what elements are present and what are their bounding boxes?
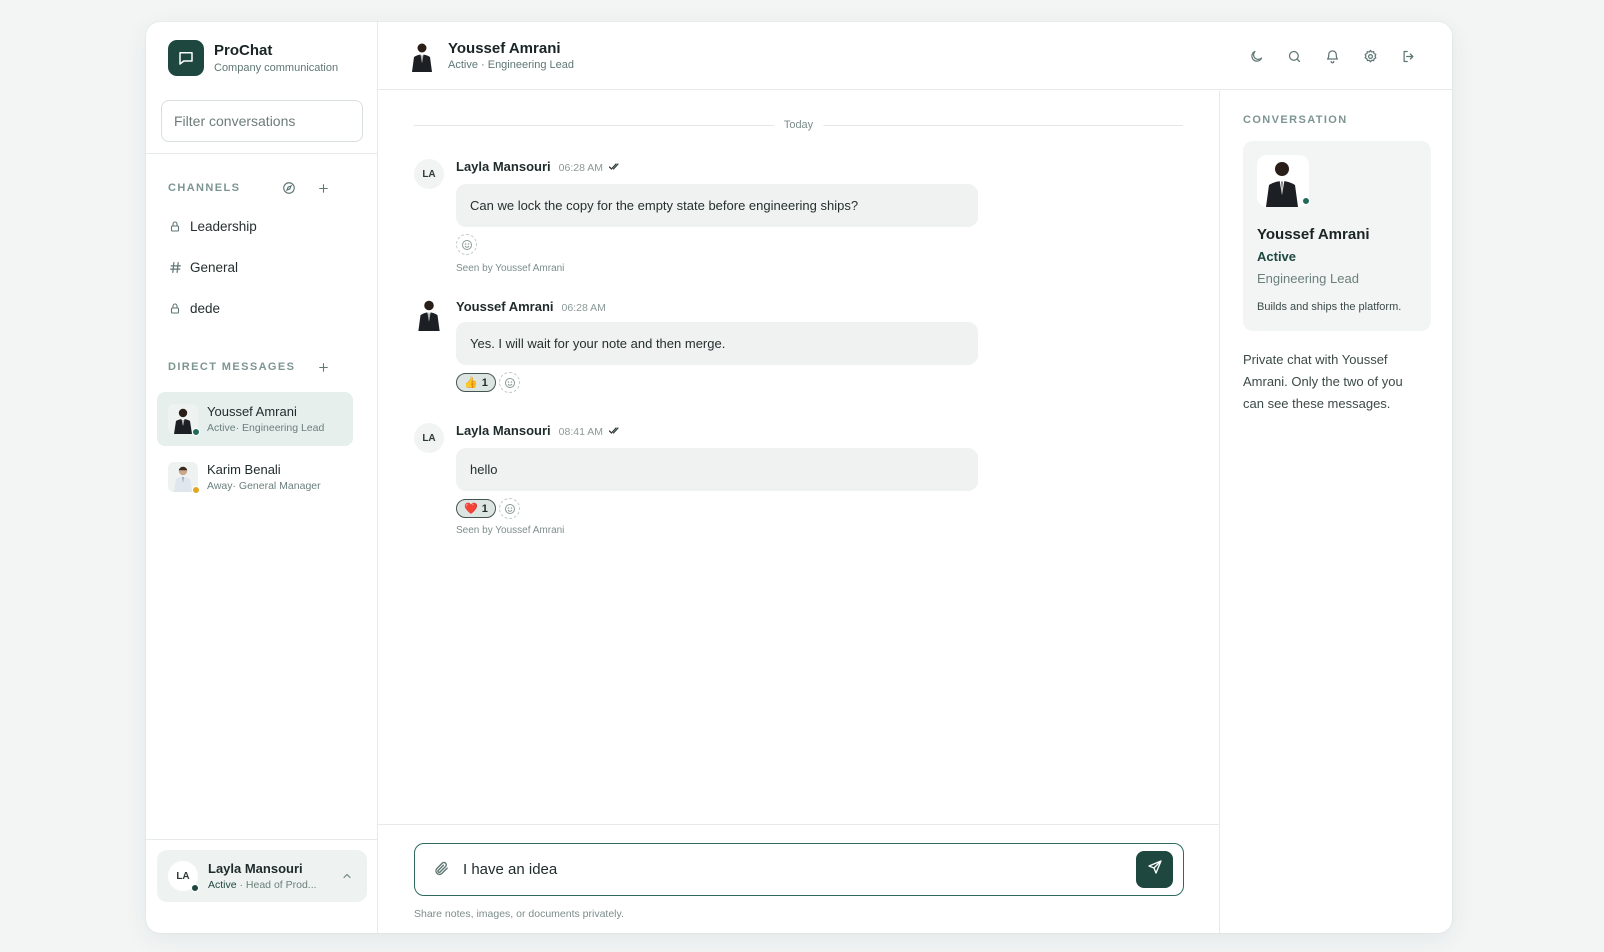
conversation-header: Youssef Amrani Active · Engineering Lead: [378, 22, 1452, 90]
reaction-heart[interactable]: ❤️ 1: [456, 499, 496, 518]
dm-item-youssef-amrani[interactable]: Youssef Amrani Active· Engineering Lead: [157, 392, 353, 446]
message-bubble: hello: [456, 448, 978, 491]
conversation-subtitle: Active · Engineering Lead: [448, 59, 574, 71]
avatar: LA: [168, 861, 199, 892]
dm-item-karim-benali[interactable]: Karim Benali Away· General Manager: [157, 450, 353, 504]
profile-card: Youssef Amrani Active Engineering Lead B…: [1243, 141, 1431, 331]
channel-item-general[interactable]: General: [168, 260, 238, 275]
profile-status: Active: [1257, 249, 1297, 264]
browse-channels-icon[interactable]: [279, 178, 299, 198]
bell-icon[interactable]: [1322, 46, 1342, 66]
day-label: Today: [773, 119, 824, 131]
brand: ProChat Company communication: [168, 40, 338, 76]
composer-hint: Share notes, images, or documents privat…: [414, 908, 624, 920]
seen-indicator: Seen by Youssef Amrani: [456, 263, 565, 274]
channel-item-leadership[interactable]: Leadership: [168, 219, 257, 234]
logout-icon[interactable]: [1398, 46, 1418, 66]
add-channel-icon[interactable]: [313, 178, 333, 198]
channel-label: Leadership: [190, 219, 257, 234]
conversation-title: Youssef Amrani: [448, 40, 561, 57]
avatar-initials: LA: [176, 870, 190, 882]
reaction-count: 1: [481, 502, 488, 515]
avatar: [168, 404, 200, 436]
read-check-icon: [608, 162, 621, 174]
message-time: 06:28 AM: [558, 162, 604, 174]
message-time: 06:28 AM: [561, 302, 606, 314]
app-window: ProChat Company communication CHANNELS L…: [146, 22, 1452, 933]
profile-bio: Builds and ships the platform.: [1257, 301, 1402, 313]
dm-status: Active· Engineering Lead: [207, 422, 325, 434]
paperclip-icon[interactable]: [433, 860, 450, 882]
filter-conversations-input[interactable]: [161, 100, 363, 142]
avatar: [408, 40, 436, 72]
add-reaction-icon[interactable]: [499, 372, 520, 393]
message-composer: Share notes, images, or documents privat…: [378, 824, 1220, 933]
send-icon: [1147, 859, 1163, 880]
message-bubble: Yes. I will wait for your note and then …: [456, 322, 978, 365]
sidebar-footer-divider: [146, 839, 377, 840]
dm-status: Away· General Manager: [207, 480, 321, 492]
privacy-note: Private chat with Youssef Amrani. Only t…: [1243, 352, 1403, 411]
current-user-status-label: Active: [208, 879, 237, 891]
search-icon[interactable]: [1284, 46, 1304, 66]
status-dot: [192, 428, 200, 436]
reaction-count: 1: [481, 376, 488, 389]
moon-icon[interactable]: [1246, 46, 1266, 66]
lock-icon: [168, 220, 182, 233]
sidebar: ProChat Company communication CHANNELS L…: [146, 22, 378, 933]
message-list: Today LA Layla Mansouri 06:28 AM Can we …: [378, 91, 1220, 824]
seen-indicator: Seen by Youssef Amrani: [456, 525, 565, 536]
add-reaction-icon[interactable]: [499, 498, 520, 519]
message-author: Layla Mansouri: [456, 423, 551, 438]
avatar: [168, 462, 200, 494]
add-reaction-icon[interactable]: [456, 234, 477, 255]
read-check-icon: [608, 426, 621, 438]
chevron-up-icon[interactable]: [341, 869, 353, 887]
channels-heading: CHANNELS: [168, 182, 241, 194]
current-user-status: Active · Head of Prod...: [208, 879, 317, 891]
profile-role: Engineering Lead: [1257, 271, 1359, 286]
status-dot: [192, 486, 200, 494]
dm-name: Karim Benali: [207, 462, 281, 477]
chat-bubble-icon: [168, 40, 204, 76]
avatar: LA: [414, 159, 444, 189]
hash-icon: [168, 261, 182, 274]
channel-label: dede: [190, 301, 221, 316]
channel-item-dede[interactable]: dede: [168, 301, 220, 316]
composer-box: [414, 843, 1184, 896]
message-input[interactable]: [463, 844, 1113, 894]
lock-icon: [168, 302, 182, 315]
message-author: Layla Mansouri: [456, 159, 551, 174]
avatar: LA: [414, 423, 444, 453]
profile-name: Youssef Amrani: [1257, 226, 1370, 243]
current-user-role: · Head of Prod...: [236, 879, 317, 891]
message-bubble: Can we lock the copy for the empty state…: [456, 184, 978, 227]
current-user-card[interactable]: LA Layla Mansouri Active · Head of Prod.…: [157, 850, 367, 902]
main-area: Youssef Amrani Active · Engineering Lead…: [378, 22, 1452, 933]
current-user-name: Layla Mansouri: [208, 861, 303, 876]
sidebar-divider: [146, 153, 377, 154]
direct-messages-heading: DIRECT MESSAGES: [168, 361, 296, 373]
brand-name: ProChat: [214, 42, 273, 59]
channel-label: General: [190, 260, 239, 275]
conversation-details-panel: CONVERSATION Youssef Amrani Active Engin…: [1221, 91, 1452, 933]
reaction-thumbs-up[interactable]: 👍 1: [456, 373, 496, 392]
add-direct-message-icon[interactable]: [313, 357, 333, 377]
message-author: Youssef Amrani: [456, 299, 554, 314]
send-button[interactable]: [1136, 851, 1173, 888]
brand-subtitle: Company communication: [214, 62, 339, 74]
avatar: [414, 299, 444, 331]
avatar: [1257, 155, 1310, 207]
message-time: 08:41 AM: [558, 426, 604, 438]
status-dot: [191, 884, 199, 892]
reaction-emoji: 👍: [464, 377, 478, 389]
settings-icon[interactable]: [1360, 46, 1380, 66]
status-dot: [1302, 197, 1310, 205]
panel-heading: CONVERSATION: [1243, 114, 1348, 126]
reaction-emoji: ❤️: [464, 503, 478, 515]
dm-name: Youssef Amrani: [207, 404, 297, 419]
